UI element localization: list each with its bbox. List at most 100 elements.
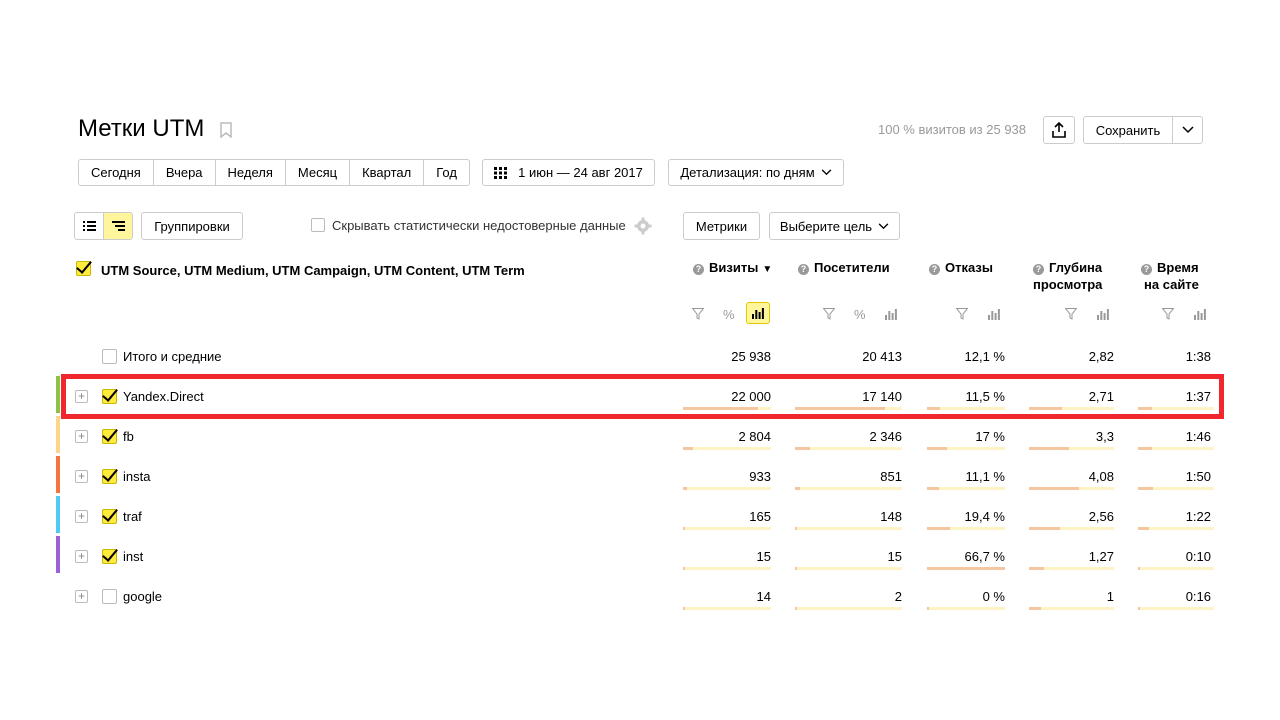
filter-icon[interactable] bbox=[821, 306, 837, 322]
row-value: 2 bbox=[894, 589, 902, 604]
bar-chart-icon[interactable] bbox=[986, 306, 1002, 322]
share-icon bbox=[1052, 122, 1066, 138]
expand-button[interactable]: + bbox=[75, 470, 88, 483]
highlight-frame bbox=[61, 374, 1224, 419]
row-value: 851 bbox=[880, 469, 902, 484]
column-visitors[interactable]: ? Посетители bbox=[798, 259, 890, 276]
row-checkbox[interactable] bbox=[102, 429, 117, 444]
row-label[interactable]: insta bbox=[123, 469, 150, 484]
sort-desc-icon: ▼ bbox=[762, 264, 773, 275]
row-value: 2 804 bbox=[738, 429, 771, 444]
row-color-stripe bbox=[56, 456, 60, 493]
bar-chart-icon[interactable] bbox=[746, 302, 770, 324]
bar-chart-icon[interactable] bbox=[883, 306, 899, 322]
totals-checkbox[interactable] bbox=[102, 349, 117, 364]
expand-button[interactable]: + bbox=[75, 550, 88, 563]
row-value: 165 bbox=[749, 509, 771, 524]
period-year[interactable]: Год bbox=[424, 160, 469, 185]
bar-track bbox=[795, 607, 902, 610]
period-quarter[interactable]: Квартал bbox=[350, 160, 425, 185]
bar-fill bbox=[795, 567, 797, 570]
help-icon[interactable]: ? bbox=[798, 264, 809, 275]
calendar-icon bbox=[494, 166, 508, 179]
tree-view-button[interactable] bbox=[103, 213, 132, 239]
row-label[interactable]: traf bbox=[123, 509, 142, 524]
row-value: 15 bbox=[756, 549, 771, 564]
bar-chart-icon[interactable] bbox=[1095, 306, 1111, 322]
row-value: 2,56 bbox=[1088, 509, 1114, 524]
bar-fill bbox=[927, 527, 950, 530]
row-label[interactable]: google bbox=[123, 589, 162, 604]
list-icon bbox=[82, 221, 96, 231]
filter-icon[interactable] bbox=[954, 306, 970, 322]
help-icon[interactable]: ? bbox=[693, 264, 704, 275]
expand-button[interactable]: + bbox=[75, 590, 88, 603]
totals-label: Итого и средние bbox=[123, 349, 222, 364]
row-label[interactable]: inst bbox=[123, 549, 143, 564]
detail-label: Детализация: по дням bbox=[680, 165, 815, 180]
expand-button[interactable]: + bbox=[75, 430, 88, 443]
goal-dropdown[interactable]: Выберите цель bbox=[769, 212, 900, 240]
bar-track bbox=[1138, 607, 1214, 610]
period-month[interactable]: Месяц bbox=[286, 160, 351, 185]
export-button[interactable] bbox=[1043, 116, 1075, 144]
metrics-button[interactable]: Метрики bbox=[683, 212, 760, 240]
row-label[interactable]: fb bbox=[123, 429, 134, 444]
row-color-stripe bbox=[56, 496, 60, 533]
column-bounces[interactable]: ? Отказы bbox=[929, 259, 993, 276]
help-icon[interactable]: ? bbox=[1033, 264, 1044, 275]
bar-fill bbox=[795, 447, 810, 450]
bar-fill bbox=[1138, 527, 1149, 530]
column-time[interactable]: ? Время на сайте bbox=[1141, 259, 1199, 293]
goal-label: Выберите цель bbox=[779, 218, 873, 234]
row-checkbox[interactable] bbox=[102, 469, 117, 484]
percent-icon[interactable]: % bbox=[722, 306, 738, 322]
period-yesterday[interactable]: Вчера bbox=[154, 160, 216, 185]
filter-icon[interactable] bbox=[1063, 306, 1079, 322]
column-depth[interactable]: ? Глубина просмотра bbox=[1033, 259, 1102, 293]
bar-fill bbox=[1029, 607, 1041, 610]
period-selector: Сегодня Вчера Неделя Месяц Квартал Год bbox=[78, 159, 470, 186]
filter-icon[interactable] bbox=[1160, 306, 1176, 322]
percent-icon[interactable]: % bbox=[853, 306, 869, 322]
dimensions-label: UTM Source, UTM Medium, UTM Campaign, UT… bbox=[101, 263, 525, 278]
dimensions-checkbox[interactable] bbox=[76, 261, 91, 276]
row-value: 2 346 bbox=[869, 429, 902, 444]
save-button[interactable]: Сохранить bbox=[1083, 116, 1173, 144]
help-icon[interactable]: ? bbox=[1141, 264, 1152, 275]
totals-value: 1:38 bbox=[1185, 349, 1211, 364]
column-visits[interactable]: ? Визиты ▼ bbox=[693, 259, 772, 278]
period-week[interactable]: Неделя bbox=[216, 160, 286, 185]
row-value: 4,08 bbox=[1088, 469, 1114, 484]
hide-unreliable-checkbox[interactable] bbox=[311, 218, 325, 232]
row-value: 148 bbox=[880, 509, 902, 524]
chevron-down-icon bbox=[878, 222, 889, 229]
groupings-button[interactable]: Группировки bbox=[141, 212, 243, 240]
chevron-down-icon bbox=[1181, 126, 1194, 134]
bookmark-icon[interactable] bbox=[220, 122, 232, 138]
date-range-button[interactable]: 1 июн — 24 авг 2017 bbox=[482, 159, 655, 186]
row-value: 1:46 bbox=[1185, 429, 1211, 444]
help-icon[interactable]: ? bbox=[929, 264, 940, 275]
totals-value: 12,1 % bbox=[964, 349, 1005, 364]
row-value: 1 bbox=[1106, 589, 1114, 604]
totals-value: 25 938 bbox=[731, 349, 771, 364]
row-checkbox[interactable] bbox=[102, 549, 117, 564]
row-checkbox[interactable] bbox=[102, 509, 117, 524]
filter-icon[interactable] bbox=[690, 306, 706, 322]
save-menu-button[interactable] bbox=[1172, 116, 1203, 144]
bar-fill bbox=[1029, 527, 1060, 530]
totals-value: 20 413 bbox=[862, 349, 902, 364]
expand-button[interactable]: + bbox=[75, 510, 88, 523]
gear-icon[interactable] bbox=[634, 217, 652, 235]
bar-fill bbox=[683, 487, 687, 490]
bar-track bbox=[795, 487, 902, 490]
row-checkbox[interactable] bbox=[102, 589, 117, 604]
detail-dropdown[interactable]: Детализация: по дням bbox=[668, 159, 844, 186]
list-view-button[interactable] bbox=[75, 213, 103, 239]
visits-summary: 100 % визитов из 25 938 bbox=[878, 122, 1027, 137]
bar-chart-icon[interactable] bbox=[1192, 306, 1208, 322]
bar-track bbox=[927, 607, 1005, 610]
period-today[interactable]: Сегодня bbox=[79, 160, 154, 185]
row-value: 66,7 % bbox=[964, 549, 1005, 564]
